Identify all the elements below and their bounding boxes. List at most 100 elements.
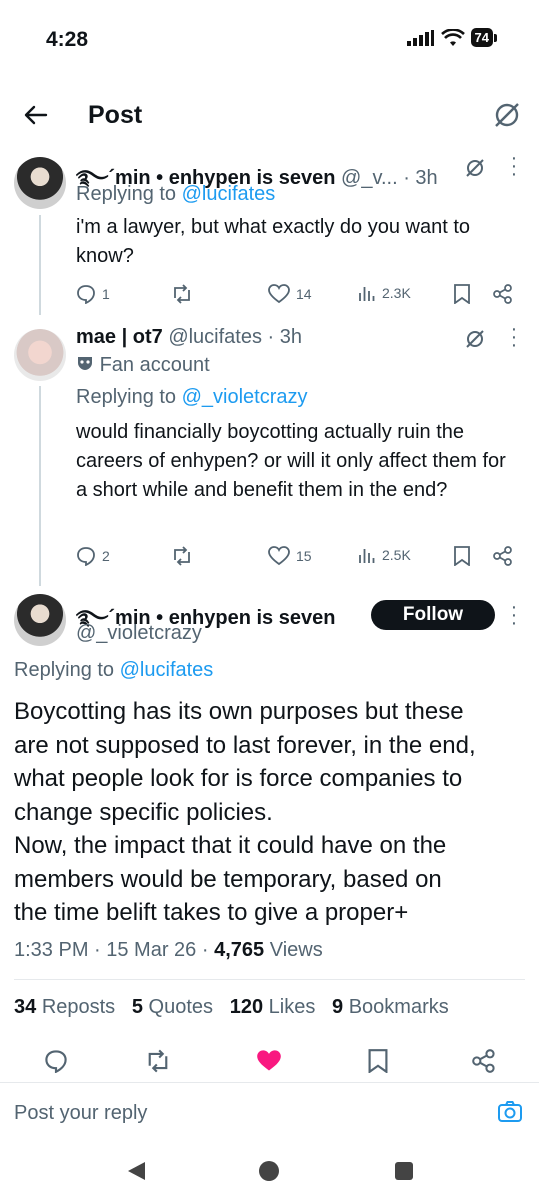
post-text-line: what people look for is force companies … bbox=[14, 765, 463, 792]
arrow-left-icon bbox=[24, 105, 48, 125]
post-text-line: members would be temporary, based on bbox=[14, 865, 442, 893]
repost-button[interactable] bbox=[171, 546, 193, 566]
reply-count: 2 bbox=[102, 548, 110, 564]
divider bbox=[14, 979, 525, 980]
views-icon bbox=[359, 549, 375, 563]
likes-stat[interactable]: 120 Likes bbox=[230, 996, 316, 1018]
grok-icon[interactable] bbox=[464, 157, 486, 179]
more-options-icon[interactable]: · · · bbox=[509, 597, 519, 633]
heart-icon bbox=[268, 284, 290, 304]
post-time: · 3h bbox=[267, 326, 303, 348]
share-button[interactable] bbox=[493, 546, 513, 566]
tweet-text: i'm a lawyer, but what exactly do you wa… bbox=[76, 216, 471, 267]
like-count: 15 bbox=[296, 548, 312, 564]
tweet-text: would financially boycotting actually ru… bbox=[76, 421, 506, 501]
post-meta: 1:33 PM · 15 Mar 26 · 4,765 Views bbox=[14, 939, 323, 962]
share-icon bbox=[493, 284, 512, 304]
views-count: 2.3K bbox=[382, 285, 411, 301]
system-nav-bar bbox=[0, 1140, 539, 1200]
wifi-icon bbox=[440, 28, 465, 46]
bookmark-button[interactable] bbox=[453, 284, 471, 304]
post-text-line: Boycotting has its own purposes but thes… bbox=[14, 698, 464, 725]
reposts-stat[interactable]: 34 Reposts bbox=[14, 996, 115, 1018]
views-button[interactable]: 2.5K bbox=[358, 546, 411, 564]
post-text-line: the time belift takes to give a proper+ bbox=[14, 899, 409, 926]
handle[interactable]: @_v... bbox=[341, 167, 398, 189]
quotes-stat[interactable]: 5 Quotes bbox=[132, 996, 213, 1018]
views-label: Views bbox=[269, 939, 323, 961]
repost-icon bbox=[148, 1049, 168, 1073]
post-stats: 34 Reposts 5 Quotes 120 Likes 9 Bookmark… bbox=[14, 996, 449, 1019]
avatar[interactable] bbox=[14, 594, 66, 646]
status-time: 4:28 bbox=[46, 28, 89, 51]
bookmark-icon bbox=[454, 284, 470, 304]
fan-account-label: Fan account bbox=[99, 354, 210, 376]
views-count: 4,765 bbox=[214, 939, 265, 961]
thread-line bbox=[39, 386, 41, 586]
more-options-icon[interactable]: · · · bbox=[509, 148, 519, 184]
like-count: 14 bbox=[296, 286, 312, 302]
battery-tip bbox=[494, 33, 497, 42]
share-icon bbox=[493, 546, 512, 566]
repost-icon bbox=[174, 546, 190, 566]
replying-to-prefix: Replying to bbox=[76, 183, 177, 205]
top-app-bar: Post bbox=[0, 95, 539, 139]
heart-icon bbox=[268, 546, 290, 566]
mask-icon bbox=[78, 357, 92, 370]
tweet-author-line: mae | ot7 @lucifates · 3h bbox=[76, 326, 302, 349]
reply-icon bbox=[77, 547, 95, 566]
bookmark-icon bbox=[368, 1049, 388, 1074]
display-name[interactable]: mae | ot7 bbox=[76, 326, 163, 348]
replying-to-handle[interactable]: @lucifates bbox=[182, 183, 276, 205]
repost-button[interactable] bbox=[171, 284, 193, 304]
share-button[interactable] bbox=[472, 1049, 496, 1078]
post-text: Boycotting has its own purposes but thes… bbox=[14, 695, 534, 930]
follow-button[interactable]: Follow bbox=[371, 600, 495, 630]
reply-button[interactable]: 1 bbox=[76, 284, 110, 304]
avatar[interactable] bbox=[14, 329, 66, 381]
replying-to: Replying to @_violetcrazy bbox=[76, 386, 308, 409]
repost-button[interactable] bbox=[145, 1049, 171, 1078]
bookmark-button[interactable] bbox=[367, 1049, 389, 1078]
share-button[interactable] bbox=[493, 284, 513, 304]
grok-button[interactable] bbox=[491, 99, 523, 131]
replying-to-prefix: Replying to bbox=[76, 386, 177, 408]
reply-button[interactable] bbox=[44, 1049, 68, 1078]
bookmark-button[interactable] bbox=[453, 546, 471, 566]
timestamp: 1:33 PM · 15 Mar 26 · bbox=[14, 939, 209, 961]
nav-home-icon[interactable] bbox=[258, 1160, 280, 1182]
handle[interactable]: @_violetcrazy bbox=[76, 622, 202, 645]
thread-line bbox=[39, 215, 41, 315]
camera-icon[interactable] bbox=[497, 1100, 523, 1124]
back-button[interactable] bbox=[20, 99, 52, 131]
reply-input[interactable]: Post your reply bbox=[14, 1102, 147, 1125]
bookmark-icon bbox=[454, 546, 470, 566]
reply-count: 1 bbox=[102, 286, 110, 302]
more-options-icon[interactable]: · · · bbox=[509, 319, 519, 355]
share-icon bbox=[472, 1049, 495, 1073]
nav-back-icon[interactable] bbox=[125, 1160, 147, 1182]
replying-to-handle[interactable]: @lucifates bbox=[120, 659, 214, 681]
like-button[interactable] bbox=[256, 1049, 282, 1078]
like-button[interactable]: 15 bbox=[268, 546, 312, 566]
account-label: Fan account bbox=[76, 354, 210, 377]
battery-level: 74 bbox=[470, 28, 493, 47]
views-icon bbox=[359, 287, 375, 301]
like-button[interactable]: 14 bbox=[268, 284, 312, 304]
replying-to: Replying to @lucifates bbox=[76, 183, 275, 206]
reply-icon bbox=[77, 285, 95, 304]
avatar[interactable] bbox=[14, 157, 66, 209]
nav-recents-icon[interactable] bbox=[394, 1161, 414, 1181]
views-button[interactable]: 2.3K bbox=[358, 284, 411, 302]
status-icons: 74 bbox=[406, 28, 497, 47]
grok-icon bbox=[495, 103, 519, 127]
signal-icon bbox=[406, 29, 434, 46]
reply-composer[interactable]: Post your reply bbox=[0, 1082, 539, 1143]
page-title: Post bbox=[88, 101, 143, 129]
handle[interactable]: @lucifates bbox=[168, 326, 262, 348]
replying-to-handle[interactable]: @_violetcrazy bbox=[182, 386, 308, 408]
grok-icon[interactable] bbox=[464, 328, 486, 350]
reply-button[interactable]: 2 bbox=[76, 546, 110, 566]
post-text-line: Now, the impact that it could have on th… bbox=[14, 832, 447, 859]
bookmarks-stat[interactable]: 9 Bookmarks bbox=[332, 996, 449, 1018]
